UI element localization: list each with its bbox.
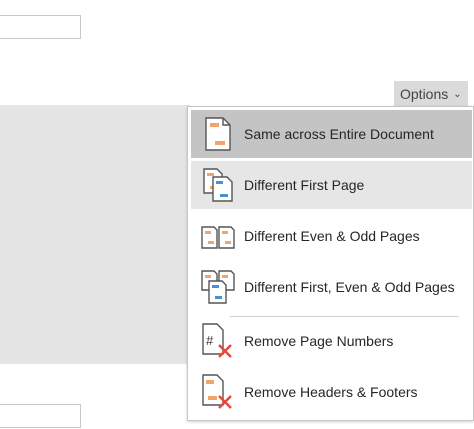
menu-item-remove-page-numbers[interactable]: # Remove Page Numbers <box>191 317 472 365</box>
menu-item-different-even-odd[interactable]: Different Even & Odd Pages <box>191 212 472 260</box>
text-field-bottom[interactable] <box>0 404 81 428</box>
options-menu: Same across Entire Document Different Fi… <box>187 106 474 421</box>
remove-headers-footers-icon <box>201 373 235 411</box>
same-across-document-icon <box>201 115 235 153</box>
even-odd-pages-icon <box>201 217 235 255</box>
first-even-odd-pages-icon <box>201 268 235 306</box>
remove-page-numbers-icon: # <box>201 322 235 360</box>
options-label: Options <box>400 86 449 102</box>
options-dropdown-button[interactable]: Options ⌄ <box>394 81 468 107</box>
menu-item-label: Different First, Even & Odd Pages <box>244 279 455 295</box>
document-preview-area <box>0 105 190 364</box>
menu-item-label: Remove Headers & Footers <box>244 384 418 400</box>
different-first-page-icon <box>201 166 235 204</box>
menu-item-label: Remove Page Numbers <box>244 333 394 349</box>
menu-item-label: Same across Entire Document <box>244 126 434 142</box>
menu-item-label: Different Even & Odd Pages <box>244 228 420 244</box>
chevron-down-icon: ⌄ <box>453 88 462 100</box>
menu-item-remove-headers-footers[interactable]: Remove Headers & Footers <box>191 368 472 416</box>
menu-item-label: Different First Page <box>244 177 365 193</box>
menu-item-same-across-document[interactable]: Same across Entire Document <box>191 110 472 158</box>
menu-item-different-first-even-odd[interactable]: Different First, Even & Odd Pages <box>191 263 472 311</box>
menu-item-different-first-page[interactable]: Different First Page <box>191 161 472 209</box>
svg-text:#: # <box>206 333 214 348</box>
text-field-top[interactable] <box>0 15 81 39</box>
